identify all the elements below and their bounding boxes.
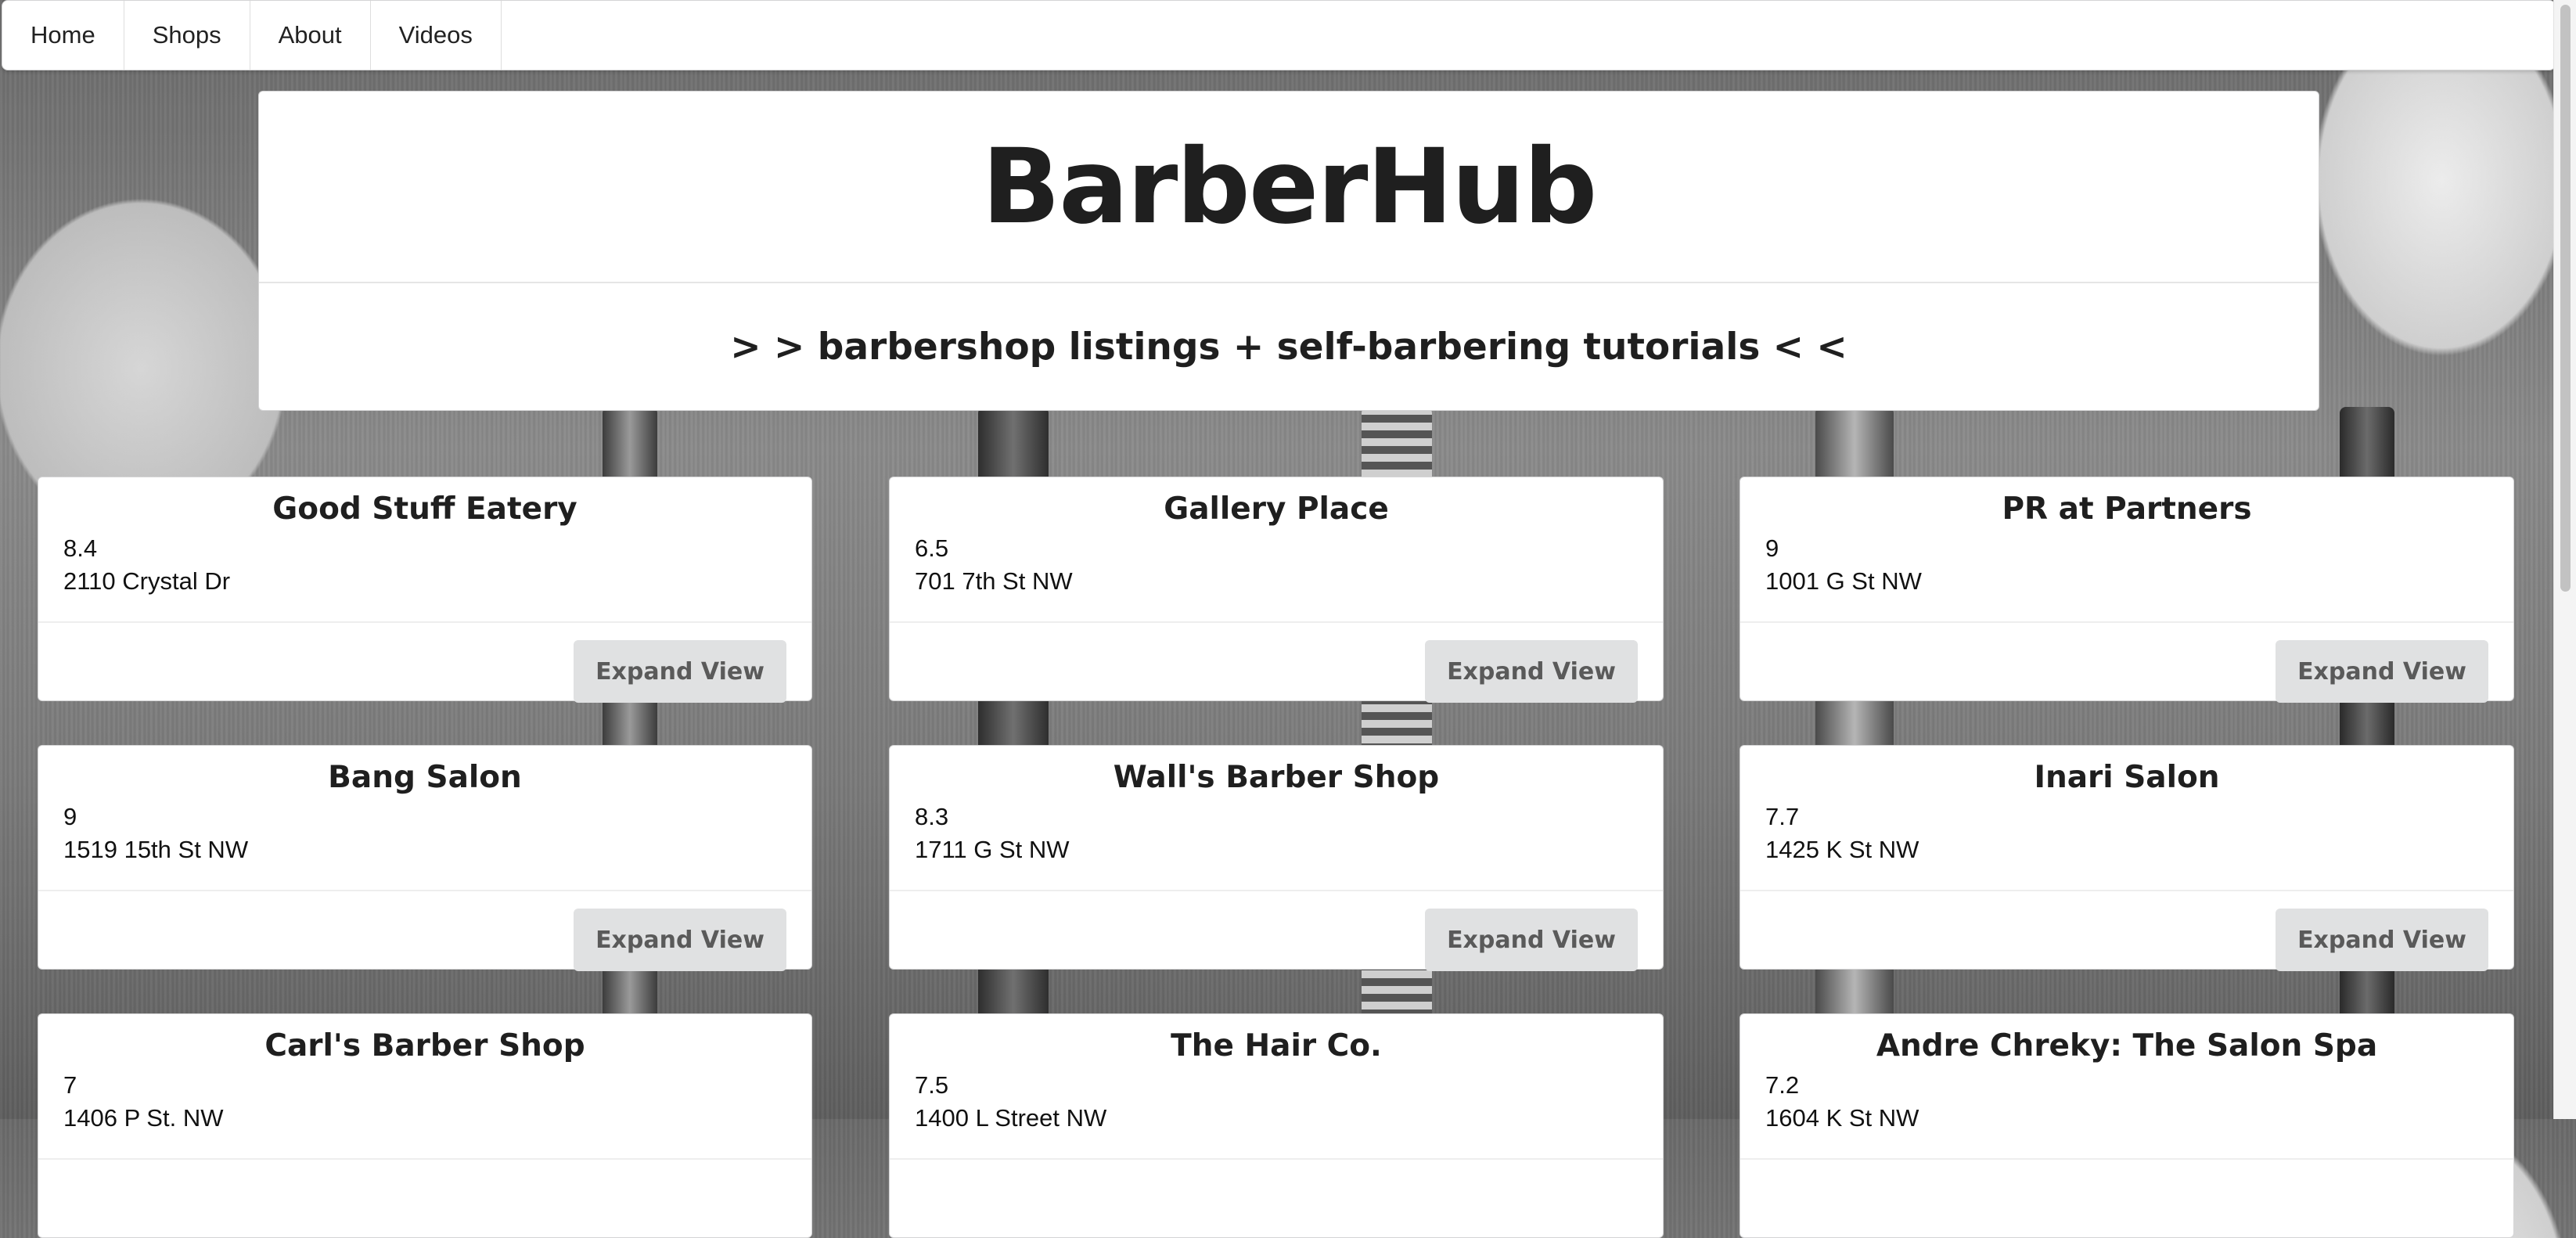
site-title: BarberHub xyxy=(259,92,2319,283)
shop-name: Carl's Barber Shop xyxy=(264,1028,585,1063)
shop-rating: 8.3 xyxy=(915,803,949,830)
site-header-card: BarberHub > > barbershop listings + self… xyxy=(258,91,2319,411)
shop-card-content: The Hair Co. 7.5 1400 L Street NW xyxy=(890,1014,1663,1160)
shop-rating: 7.7 xyxy=(1765,803,1800,830)
expand-view-button[interactable]: Expand View xyxy=(574,909,786,971)
expand-view-button[interactable]: Expand View xyxy=(2276,909,2488,971)
scrollbar-thumb[interactable] xyxy=(2560,5,2571,592)
shop-card: Wall's Barber Shop 8.3 1711 G St NW Expa… xyxy=(889,745,1664,971)
shop-card: Bang Salon 9 1519 15th St NW Expand View xyxy=(38,745,812,971)
shop-rating: 7.5 xyxy=(915,1071,949,1099)
shop-name: Inari Salon xyxy=(2034,760,2220,795)
expand-view-button[interactable]: Expand View xyxy=(574,640,786,703)
shop-card: Andre Chreky: The Salon Spa 7.2 1604 K S… xyxy=(1740,1013,2514,1238)
shop-card-footer: Expand View xyxy=(1740,891,2513,991)
shop-card-footer: Expand View xyxy=(1740,623,2513,723)
shop-name: PR at Partners xyxy=(2002,491,2252,527)
nav-item-videos[interactable]: Videos xyxy=(371,1,502,70)
shop-card-footer: Expand View xyxy=(38,891,811,991)
shop-card-content: PR at Partners 9 1001 G St NW xyxy=(1740,477,2513,623)
shop-rating: 8.4 xyxy=(63,534,98,562)
shop-address: 1001 G St NW xyxy=(1765,567,1922,595)
shop-name: Wall's Barber Shop xyxy=(1113,760,1440,795)
shop-card-footer: Expand View xyxy=(890,891,1663,991)
shop-card: PR at Partners 9 1001 G St NW Expand Vie… xyxy=(1740,477,2514,703)
shop-name: The Hair Co. xyxy=(1171,1028,1382,1063)
expand-view-button[interactable]: Expand View xyxy=(1425,909,1638,971)
shop-name: Bang Salon xyxy=(328,760,522,795)
shop-address: 2110 Crystal Dr xyxy=(63,567,231,595)
shop-rating: 6.5 xyxy=(915,534,949,562)
shop-card: Good Stuff Eatery 8.4 2110 Crystal Dr Ex… xyxy=(38,477,812,703)
shop-card-content: Wall's Barber Shop 8.3 1711 G St NW xyxy=(890,746,1663,891)
shop-rating: 9 xyxy=(1765,534,1779,562)
shop-rating: 9 xyxy=(63,803,77,830)
shop-rating: 7 xyxy=(63,1071,77,1099)
shop-name: Gallery Place xyxy=(1164,491,1389,527)
shop-card: Inari Salon 7.7 1425 K St NW Expand View xyxy=(1740,745,2514,971)
shop-card: Carl's Barber Shop 7 1406 P St. NW xyxy=(38,1013,812,1238)
shop-address: 701 7th St NW xyxy=(915,567,1073,595)
shop-address: 1425 K St NW xyxy=(1765,836,1919,863)
top-navbar: Home Shops About Videos xyxy=(2,0,2556,70)
shop-card: The Hair Co. 7.5 1400 L Street NW xyxy=(889,1013,1664,1238)
shop-address: 1604 K St NW xyxy=(1765,1104,1919,1132)
shop-address: 1519 15th St NW xyxy=(63,836,249,863)
shop-card-footer: Expand View xyxy=(890,623,1663,723)
expand-view-button[interactable]: Expand View xyxy=(2276,640,2488,703)
expand-view-button[interactable]: Expand View xyxy=(1425,640,1638,703)
shop-name: Andre Chreky: The Salon Spa xyxy=(1876,1028,2378,1063)
page-scrollbar[interactable] xyxy=(2553,0,2576,1119)
shop-card-content: Carl's Barber Shop 7 1406 P St. NW xyxy=(38,1014,811,1160)
shop-card-content: Bang Salon 9 1519 15th St NW xyxy=(38,746,811,891)
shop-address: 1406 P St. NW xyxy=(63,1104,224,1132)
shop-name: Good Stuff Eatery xyxy=(272,491,577,527)
nav-item-shops[interactable]: Shops xyxy=(124,1,250,70)
shop-card-content: Gallery Place 6.5 701 7th St NW xyxy=(890,477,1663,623)
shop-card-content: Good Stuff Eatery 8.4 2110 Crystal Dr xyxy=(38,477,811,623)
nav-item-about[interactable]: About xyxy=(250,1,371,70)
shop-rating: 7.2 xyxy=(1765,1071,1800,1099)
shop-address: 1711 G St NW xyxy=(915,836,1070,863)
shop-card-content: Inari Salon 7.7 1425 K St NW xyxy=(1740,746,2513,891)
shop-card-footer: Expand View xyxy=(38,623,811,723)
shop-address: 1400 L Street NW xyxy=(915,1104,1107,1132)
shop-card-content: Andre Chreky: The Salon Spa 7.2 1604 K S… xyxy=(1740,1014,2513,1160)
shop-card: Gallery Place 6.5 701 7th St NW Expand V… xyxy=(889,477,1664,703)
nav-item-home[interactable]: Home xyxy=(2,1,124,70)
site-subtitle: > > barbershop listings + self-barbering… xyxy=(730,325,1847,369)
